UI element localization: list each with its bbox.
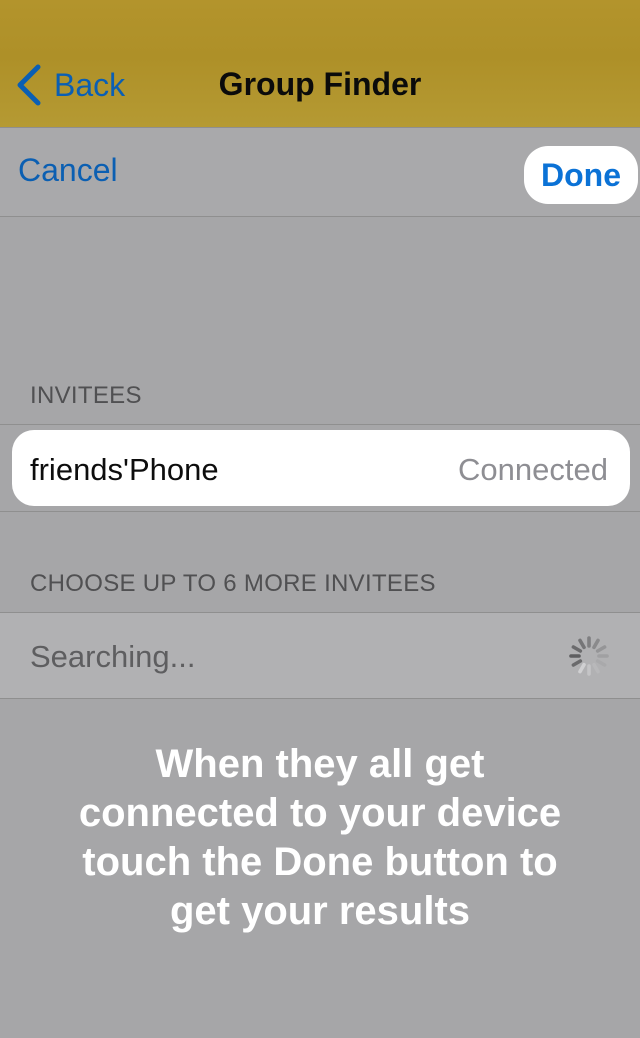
invitees-header: INVITEES [30, 382, 142, 409]
activity-spinner-icon [569, 636, 609, 676]
invitee-status: Connected [458, 452, 608, 487]
instruction-line: When they all get [155, 742, 485, 786]
done-button[interactable]: Done [524, 146, 638, 204]
page-title: Group Finder [218, 66, 422, 102]
cancel-button[interactable]: Cancel [18, 152, 118, 189]
modal-toolbar: Cancel Done [0, 128, 640, 217]
invitee-name: friends'Phone [30, 452, 219, 487]
invitee-row[interactable]: friends'Phone Connected [12, 430, 630, 506]
instruction-line: connected to your device [78, 791, 562, 835]
divider [0, 424, 640, 425]
divider [0, 511, 640, 512]
searching-row: Searching... [0, 612, 640, 699]
instruction-line: get your results [169, 889, 471, 933]
navigation-bar: Back Group Finder [0, 0, 640, 128]
more-invitees-header: CHOOSE UP TO 6 MORE INVITEES [30, 570, 436, 597]
instruction-line: touch the Done button to [82, 840, 558, 884]
instruction-text: When they all get connected to your devi… [20, 740, 620, 936]
searching-label: Searching... [30, 639, 196, 674]
